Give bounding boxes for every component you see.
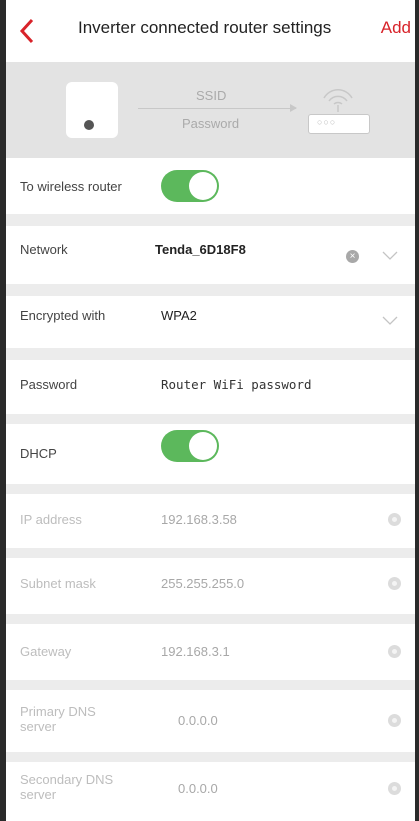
- dhcp-row: DHCP: [6, 424, 415, 484]
- clear-icon[interactable]: [388, 714, 401, 727]
- dhcp-toggle[interactable]: [161, 430, 219, 462]
- ip-address-row: IP address 192.168.3.58: [6, 494, 415, 548]
- section-divider: [6, 214, 415, 226]
- clear-icon[interactable]: ×: [346, 250, 359, 263]
- section-divider: [6, 548, 415, 558]
- encryption-label: Encrypted with: [20, 308, 106, 323]
- secondary-dns-row: Secondary DNS server 0.0.0.0: [6, 762, 415, 821]
- secondary-dns-label: Secondary DNS server: [20, 772, 113, 802]
- encryption-value: WPA2: [161, 308, 197, 323]
- section-divider: [6, 614, 415, 624]
- primary-dns-value[interactable]: 0.0.0.0: [178, 713, 218, 728]
- add-button[interactable]: Add: [381, 18, 411, 38]
- network-value: Tenda_6D18F8: [155, 242, 246, 257]
- wireless-router-row: To wireless router: [6, 158, 415, 214]
- secondary-dns-label-line1: Secondary DNS: [20, 772, 114, 787]
- password-row: Password Router WiFi password: [6, 360, 415, 414]
- subnet-mask-row: Subnet mask 255.255.255.0: [6, 558, 415, 614]
- secondary-dns-label-line2: server: [20, 787, 57, 802]
- connection-diagram: SSID Password ○○○: [6, 62, 415, 158]
- router-settings-screen: Inverter connected router settings Add S…: [6, 0, 415, 821]
- back-button[interactable]: [16, 16, 40, 46]
- ssid-label: SSID: [196, 88, 227, 103]
- primary-dns-label-line1: Primary DNS: [20, 704, 96, 719]
- device-frame-right: [415, 0, 419, 821]
- clear-icon[interactable]: [388, 577, 401, 590]
- password-input[interactable]: Router WiFi password: [161, 377, 312, 392]
- arrow-line: [138, 108, 296, 109]
- section-divider: [6, 348, 415, 360]
- ip-address-value[interactable]: 192.168.3.58: [161, 512, 237, 527]
- wireless-router-toggle[interactable]: [161, 170, 219, 202]
- password-label: Password: [20, 377, 78, 392]
- header: Inverter connected router settings Add: [6, 0, 415, 62]
- chevron-down-icon[interactable]: [382, 251, 398, 261]
- section-divider: [6, 284, 415, 296]
- secondary-dns-value[interactable]: 0.0.0.0: [178, 781, 218, 796]
- gateway-value[interactable]: 192.168.3.1: [161, 644, 230, 659]
- primary-dns-row: Primary DNS server 0.0.0.0: [6, 690, 415, 752]
- section-divider: [6, 484, 415, 494]
- inverter-indicator-icon: [84, 120, 94, 130]
- gateway-row: Gateway 192.168.3.1: [6, 624, 415, 680]
- toggle-knob: [189, 432, 217, 460]
- encryption-row[interactable]: Encrypted with WPA2: [6, 296, 415, 348]
- primary-dns-label: Primary DNS server: [20, 704, 96, 734]
- router-device-icon: ○○○: [308, 114, 370, 134]
- primary-dns-label-line2: server: [20, 719, 57, 734]
- gateway-label: Gateway: [20, 644, 72, 659]
- clear-icon[interactable]: [388, 513, 401, 526]
- section-divider: [6, 680, 415, 690]
- password-caption: Password: [182, 116, 240, 131]
- section-divider: [6, 414, 415, 424]
- arrow-right-icon: [290, 104, 297, 112]
- wifi-signal-icon: [323, 89, 353, 112]
- subnet-mask-label: Subnet mask: [20, 576, 96, 591]
- section-divider: [6, 752, 415, 762]
- dhcp-label: DHCP: [20, 446, 57, 461]
- network-label: Network: [20, 242, 68, 257]
- wireless-router-label: To wireless router: [20, 179, 122, 194]
- router-lights-icon: ○○○: [317, 117, 337, 127]
- clear-icon[interactable]: [388, 782, 401, 795]
- inverter-device-icon: [66, 82, 118, 138]
- chevron-down-icon[interactable]: [382, 316, 398, 326]
- clear-icon[interactable]: [388, 645, 401, 658]
- chevron-left-icon: [19, 18, 34, 44]
- page-title: Inverter connected router settings: [78, 18, 332, 37]
- subnet-mask-value[interactable]: 255.255.255.0: [161, 576, 244, 591]
- ip-address-label: IP address: [20, 512, 82, 527]
- toggle-knob: [189, 172, 217, 200]
- network-row[interactable]: Network Tenda_6D18F8 ×: [6, 226, 415, 284]
